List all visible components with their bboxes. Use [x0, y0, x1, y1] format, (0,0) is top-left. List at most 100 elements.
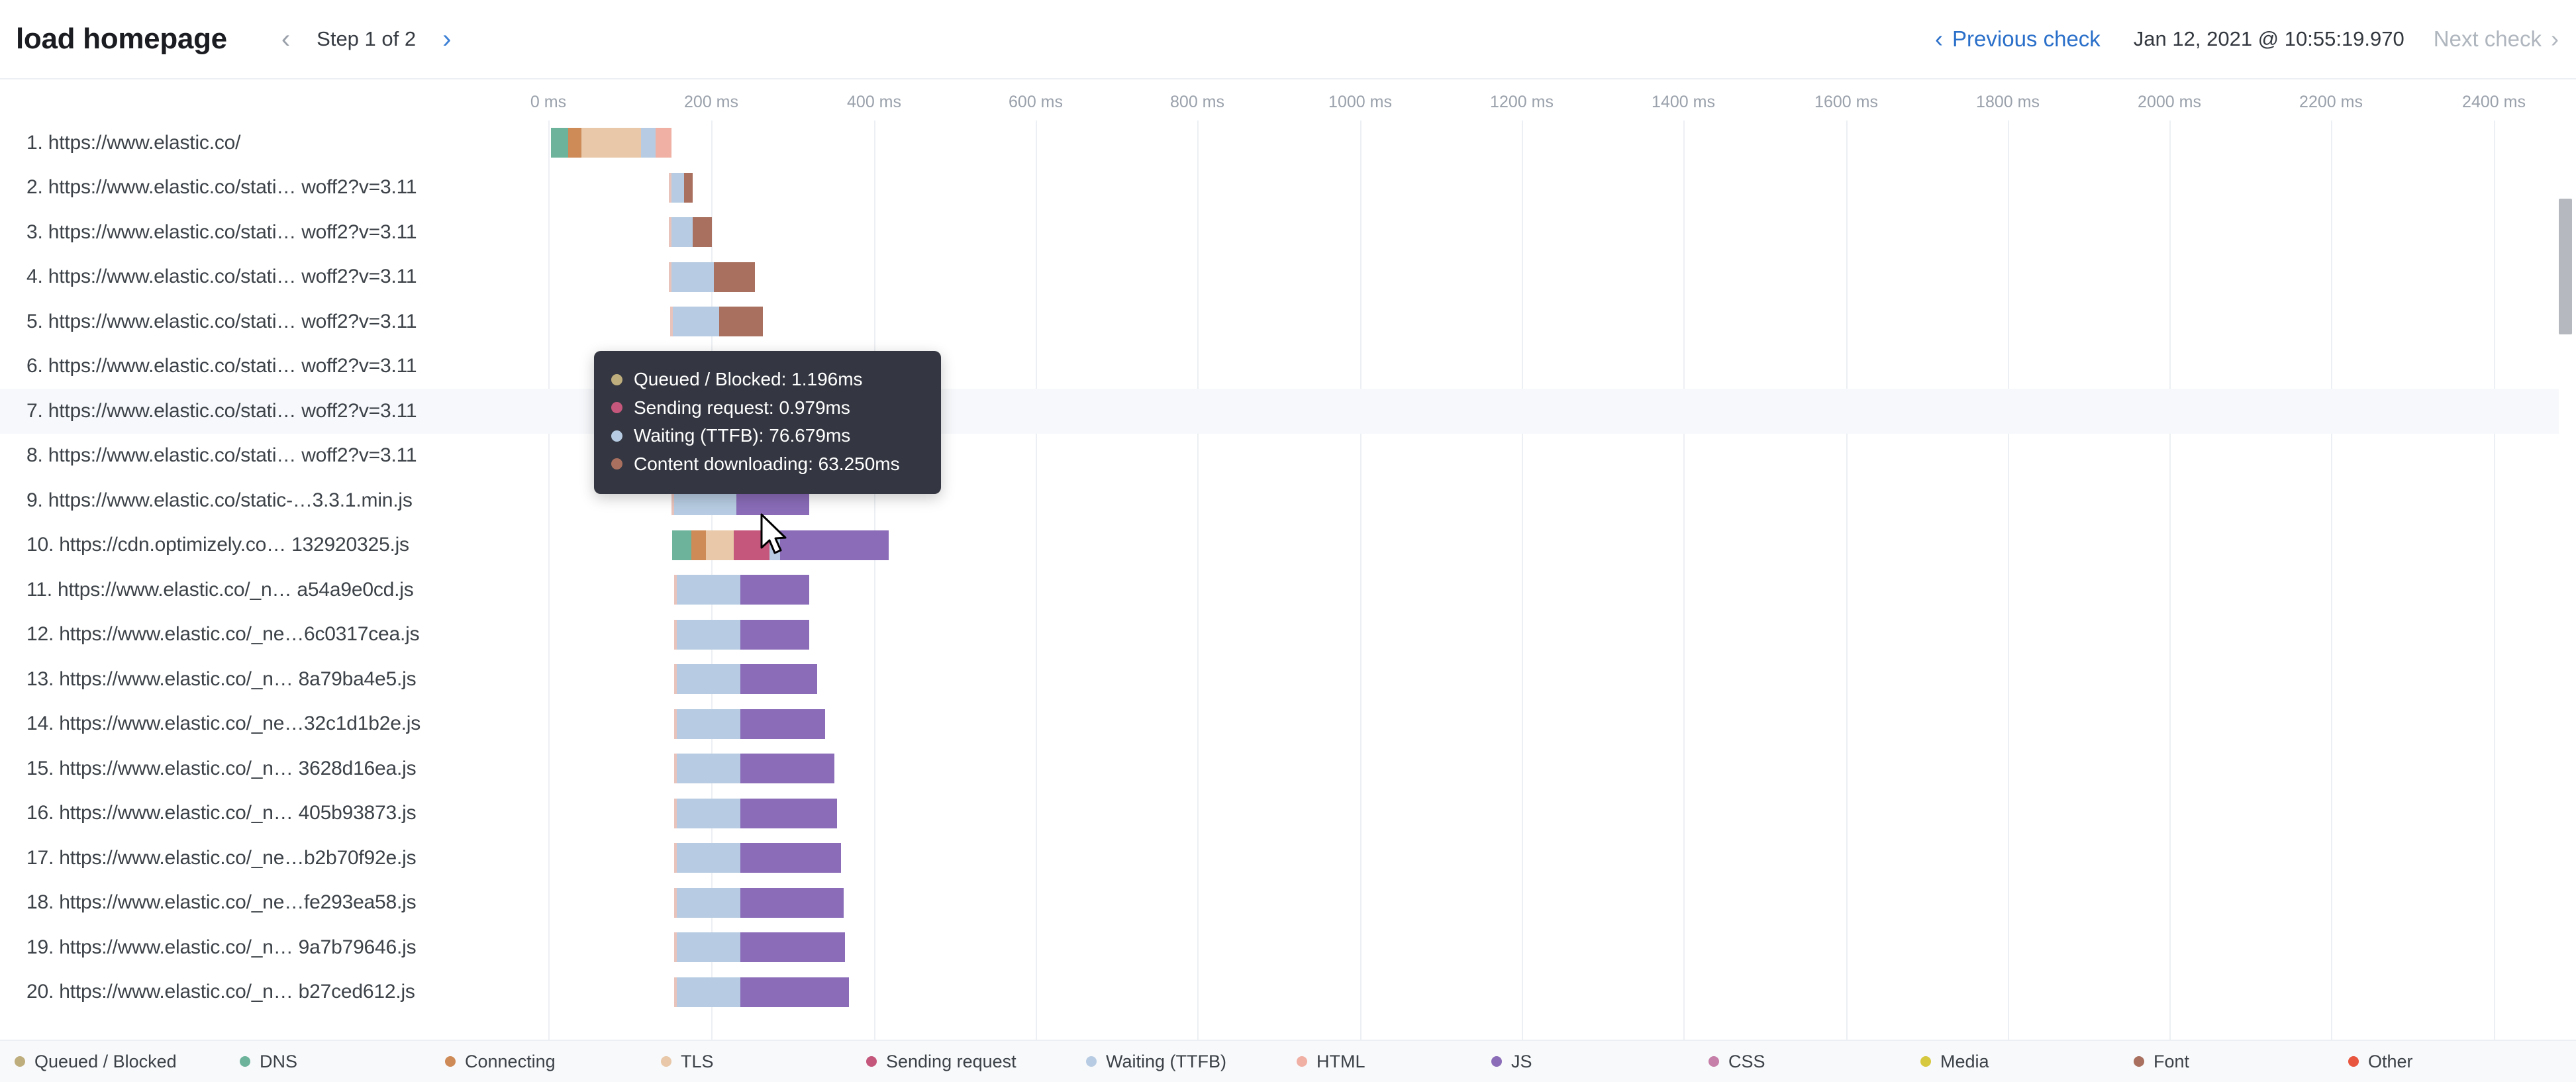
- waterfall-bar[interactable]: [670, 307, 763, 336]
- bar-segment-waiting[interactable]: [677, 932, 740, 962]
- chevron-left-icon[interactable]: ‹: [270, 26, 302, 52]
- bar-segment-waiting[interactable]: [677, 709, 740, 739]
- table-row[interactable]: 13. https://www.elastic.co/_n… 8a79ba4e5…: [0, 657, 2576, 702]
- waterfall-bar[interactable]: [674, 887, 844, 918]
- table-row[interactable]: 20. https://www.elastic.co/_n… b27ced612…: [0, 970, 2576, 1015]
- waterfall-bar[interactable]: [674, 932, 845, 962]
- legend-color-dot: [2348, 1056, 2359, 1067]
- bar-segment-waiting[interactable]: [641, 128, 656, 158]
- table-row[interactable]: 10. https://cdn.optimizely.co… 132920325…: [0, 523, 2576, 568]
- vertical-scrollbar-thumb[interactable]: [2559, 199, 2572, 334]
- legend-item[interactable]: DNS: [240, 1052, 297, 1072]
- bar-segment-waiting[interactable]: [677, 798, 740, 828]
- bar-segment-js[interactable]: [740, 754, 834, 783]
- table-row[interactable]: 9. https://www.elastic.co/static-…3.3.1.…: [0, 478, 2576, 523]
- table-row[interactable]: 1. https://www.elastic.co/: [0, 121, 2576, 166]
- bar-segment-connecting[interactable]: [691, 530, 706, 560]
- bar-track: [0, 702, 2576, 747]
- tooltip-row: Queued / Blocked: 1.196ms: [611, 366, 924, 394]
- table-row[interactable]: 7. https://www.elastic.co/stati… woff2?v…: [0, 389, 2576, 434]
- table-row[interactable]: 17. https://www.elastic.co/_ne…b2b70f92e…: [0, 836, 2576, 881]
- legend-item[interactable]: Queued / Blocked: [15, 1052, 177, 1072]
- bar-segment-waiting[interactable]: [677, 619, 740, 650]
- bar-segment-js[interactable]: [780, 530, 889, 560]
- legend-item[interactable]: Sending request: [866, 1052, 1016, 1072]
- bar-segment-waiting[interactable]: [671, 217, 693, 247]
- bar-segment-js[interactable]: [740, 575, 809, 605]
- legend-item[interactable]: Media: [1920, 1052, 1989, 1072]
- bar-segment-js[interactable]: [740, 977, 849, 1007]
- legend-item[interactable]: HTML: [1297, 1052, 1365, 1072]
- table-row[interactable]: 3. https://www.elastic.co/stati… woff2?v…: [0, 210, 2576, 255]
- bar-segment-font[interactable]: [714, 262, 755, 292]
- bar-segment-waiting[interactable]: [677, 887, 740, 918]
- bar-segment-waiting[interactable]: [677, 664, 740, 694]
- waterfall-bar[interactable]: [674, 619, 809, 650]
- waterfall-bar[interactable]: [674, 798, 837, 828]
- bar-segment-tls[interactable]: [581, 128, 641, 158]
- legend-item[interactable]: Other: [2348, 1052, 2413, 1072]
- bar-segment-waiting[interactable]: [677, 843, 740, 873]
- bar-segment-waiting[interactable]: [677, 754, 740, 783]
- bar-segment-waiting[interactable]: [671, 172, 684, 203]
- waterfall-bar[interactable]: [674, 664, 817, 694]
- table-row[interactable]: 5. https://www.elastic.co/stati… woff2?v…: [0, 299, 2576, 344]
- table-row[interactable]: 16. https://www.elastic.co/_n… 405b93873…: [0, 791, 2576, 836]
- bar-segment-waiting[interactable]: [671, 262, 714, 292]
- table-row[interactable]: 15. https://www.elastic.co/_n… 3628d16ea…: [0, 746, 2576, 791]
- legend-item[interactable]: TLS: [661, 1052, 714, 1072]
- bar-segment-js[interactable]: [740, 619, 809, 650]
- table-row[interactable]: 8. https://www.elastic.co/stati… woff2?v…: [0, 434, 2576, 479]
- legend-item[interactable]: CSS: [1709, 1052, 1765, 1072]
- tooltip-label: Queued / Blocked: 1.196ms: [634, 369, 863, 389]
- bar-segment-font[interactable]: [693, 217, 712, 247]
- legend-label: Queued / Blocked: [34, 1051, 177, 1071]
- table-row[interactable]: 19. https://www.elastic.co/_n… 9a7b79646…: [0, 925, 2576, 970]
- waterfall-bar[interactable]: [674, 575, 809, 605]
- waterfall-bar[interactable]: [674, 843, 841, 873]
- bar-segment-js[interactable]: [740, 798, 837, 828]
- waterfall-bar[interactable]: [674, 977, 849, 1007]
- axis-tick-label: 200 ms: [684, 93, 738, 111]
- bar-segment-js[interactable]: [740, 664, 817, 694]
- bar-segment-waiting[interactable]: [677, 977, 740, 1007]
- bar-track: [0, 657, 2576, 702]
- bar-segment-dns[interactable]: [672, 530, 691, 560]
- bar-track: [0, 925, 2576, 970]
- table-row[interactable]: 18. https://www.elastic.co/_ne…fe293ea58…: [0, 881, 2576, 926]
- table-row[interactable]: 4. https://www.elastic.co/stati… woff2?v…: [0, 255, 2576, 300]
- bar-segment-waiting[interactable]: [677, 575, 740, 605]
- bar-segment-tls[interactable]: [706, 530, 734, 560]
- legend-item[interactable]: JS: [1491, 1052, 1532, 1072]
- legend-item[interactable]: Font: [2134, 1052, 2189, 1072]
- table-row[interactable]: 11. https://www.elastic.co/_n… a54a9e0cd…: [0, 567, 2576, 613]
- bar-segment-font[interactable]: [684, 172, 693, 203]
- table-row[interactable]: 12. https://www.elastic.co/_ne…6c0317cea…: [0, 613, 2576, 658]
- bar-track: [0, 434, 2576, 479]
- bar-segment-font[interactable]: [719, 307, 763, 336]
- bar-segment-js[interactable]: [740, 932, 845, 962]
- waterfall-bar[interactable]: [669, 262, 755, 292]
- previous-check-button[interactable]: ‹ Previous check: [1935, 26, 2101, 52]
- waterfall-bar[interactable]: [674, 709, 825, 739]
- table-row[interactable]: 6. https://www.elastic.co/stati… woff2?v…: [0, 344, 2576, 389]
- legend-item[interactable]: Connecting: [445, 1052, 556, 1072]
- chevron-right-icon: ›: [2551, 25, 2559, 52]
- waterfall-bar[interactable]: [674, 754, 834, 783]
- table-row[interactable]: 14. https://www.elastic.co/_ne…32c1d1b2e…: [0, 702, 2576, 747]
- bar-segment-js[interactable]: [740, 843, 841, 873]
- bar-segment-js[interactable]: [740, 709, 825, 739]
- bar-segment-waiting[interactable]: [673, 307, 719, 336]
- bar-track: [0, 389, 2576, 434]
- legend-item[interactable]: Waiting (TTFB): [1086, 1052, 1226, 1072]
- bar-segment-dns[interactable]: [551, 128, 568, 158]
- chevron-right-icon[interactable]: ›: [430, 26, 463, 52]
- legend-label: HTML: [1316, 1051, 1365, 1071]
- table-row[interactable]: 2. https://www.elastic.co/stati… woff2?v…: [0, 166, 2576, 211]
- waterfall-bar[interactable]: [669, 217, 712, 247]
- waterfall-bar[interactable]: [669, 172, 693, 203]
- bar-segment-connecting[interactable]: [568, 128, 581, 158]
- waterfall-bar[interactable]: [551, 128, 671, 158]
- bar-segment-js[interactable]: [740, 887, 844, 918]
- bar-segment-html[interactable]: [656, 128, 671, 158]
